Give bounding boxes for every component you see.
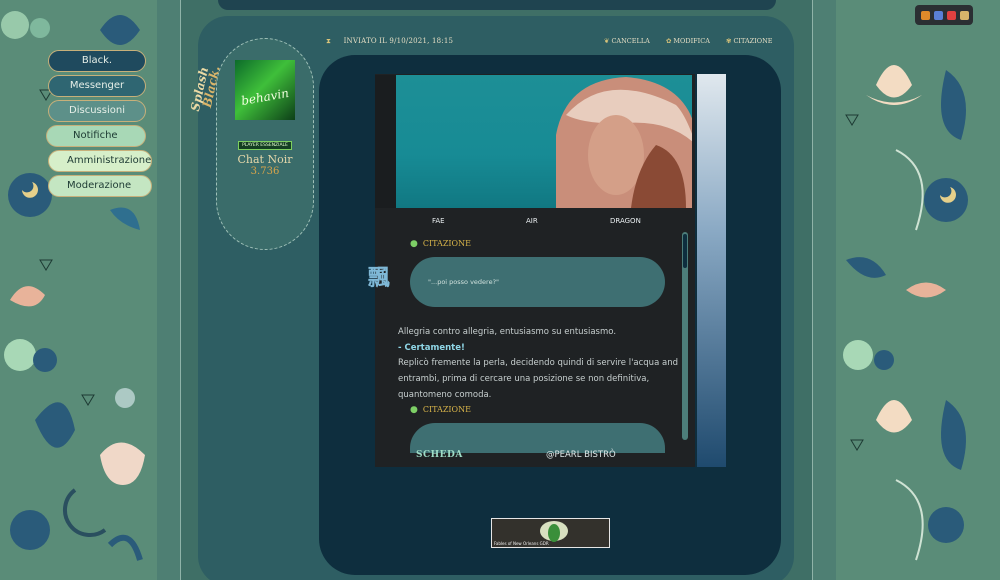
character-sheet-link[interactable]: SCHEDA <box>416 450 463 460</box>
character-photo <box>396 75 692 208</box>
nav-profile-button[interactable]: Black. <box>48 50 146 72</box>
leaf-icon: ❦ <box>604 37 610 45</box>
nav-messenger-button[interactable]: Messenger <box>48 75 146 97</box>
extension-icon[interactable] <box>921 11 930 20</box>
rank-badge: PLAYER ESSENZIALE <box>238 141 292 150</box>
nav-notifications-button[interactable]: Notifiche <box>46 125 146 147</box>
author-name[interactable]: Chat Noir <box>225 153 305 166</box>
body-paragraph: Replicò fremente la perla, decidendo qui… <box>398 358 678 400</box>
nav-administration-button[interactable]: Amministrazione <box>48 150 152 172</box>
element-dragon: DRAGON <box>610 217 641 225</box>
element-fae: FAE <box>432 217 445 225</box>
element-air: AIR <box>526 217 538 225</box>
avatar-caption: behavin <box>240 85 290 109</box>
browser-extensions <box>915 5 973 25</box>
hourglass-icon: ⧗ <box>326 37 332 45</box>
card-strip <box>375 75 396 208</box>
quote-button[interactable]: ✾ CITAZIONE <box>726 37 773 45</box>
post-date: INVIATO IL 9/10/2021, 18:15 <box>343 37 454 45</box>
right-decorative-pattern <box>836 0 1000 580</box>
affiliate-banner[interactable]: Fables of New Orleans GDR <box>491 518 610 548</box>
extension-icon[interactable] <box>960 11 969 20</box>
right-rail <box>812 0 836 580</box>
portrait-image <box>556 77 692 208</box>
previous-post-edge <box>218 0 776 10</box>
extension-icon[interactable] <box>947 11 956 20</box>
post-actions: ❦ CANCELLA ✿ MODIFICA ✾ CITAZIONE <box>604 37 787 45</box>
post-body: Allegria contro allegria, entusiasmo su … <box>398 325 678 404</box>
location-tag[interactable]: @PEARL BISTRÒ <box>546 450 616 460</box>
scrollbar-thumb[interactable] <box>683 234 687 268</box>
frog-icon: ● <box>410 405 418 415</box>
extension-icon[interactable] <box>934 11 943 20</box>
star-icon: ✾ <box>725 37 732 45</box>
nav-discussions-button[interactable]: Discussioni <box>48 100 146 122</box>
post-meta: ⧗ INVIATO IL 9/10/2021, 18:15 <box>326 37 453 46</box>
flower-icon: ✿ <box>665 37 672 45</box>
frog-icon: ● <box>410 239 418 249</box>
body-paragraph: Allegria contro allegria, entusiasmo su … <box>398 327 617 337</box>
quote-bubble <box>410 423 665 453</box>
user-menu: Black. Messenger Discussioni Notifiche A… <box>46 50 156 200</box>
banner-caption: Fables of New Orleans GDR <box>494 541 549 546</box>
nav-moderation-button[interactable]: Moderazione <box>48 175 152 197</box>
quote-bubble: "...poi posso vedere?" <box>410 257 665 307</box>
delete-button[interactable]: ❦ CANCELLA <box>604 37 650 45</box>
card-side-gradient <box>697 74 726 467</box>
edit-button[interactable]: ✿ MODIFICA <box>666 37 710 45</box>
avatar[interactable]: behavin <box>235 60 295 120</box>
quote-label: ● CITAZIONE <box>410 239 471 249</box>
author-post-count: 3.736 <box>250 166 280 177</box>
left-rail <box>157 0 181 580</box>
quote-label: ● CITAZIONE <box>410 405 471 415</box>
dialog-line: - Certamente! <box>398 342 465 353</box>
kanji-glyph: 飄 <box>368 266 391 291</box>
